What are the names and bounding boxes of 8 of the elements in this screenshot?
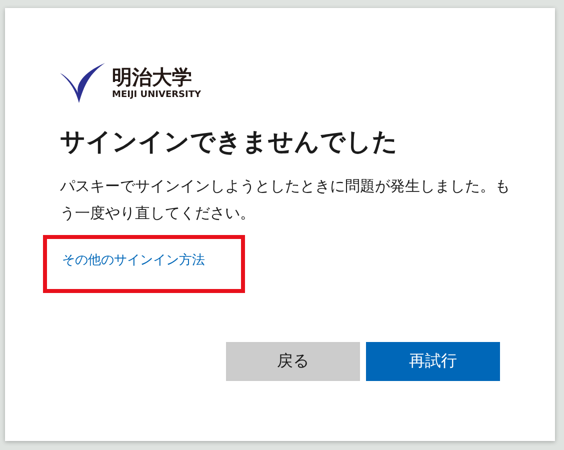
retry-button[interactable]: 再試行 (366, 342, 500, 381)
logo-mark-icon (60, 63, 106, 103)
logo-name: 明治大学 (112, 65, 193, 89)
error-message: パスキーでサインインしようとしたときに問題が発生しました。もう一度やり直してください。 (60, 176, 510, 224)
dialog-heading: サインインできませんでした (60, 126, 399, 158)
other-sign-in-link[interactable]: その他のサインイン方法 (62, 253, 205, 268)
back-button[interactable]: 戻る (226, 342, 360, 381)
logo-name-en: MEIJI UNIVERSITY (112, 89, 202, 101)
